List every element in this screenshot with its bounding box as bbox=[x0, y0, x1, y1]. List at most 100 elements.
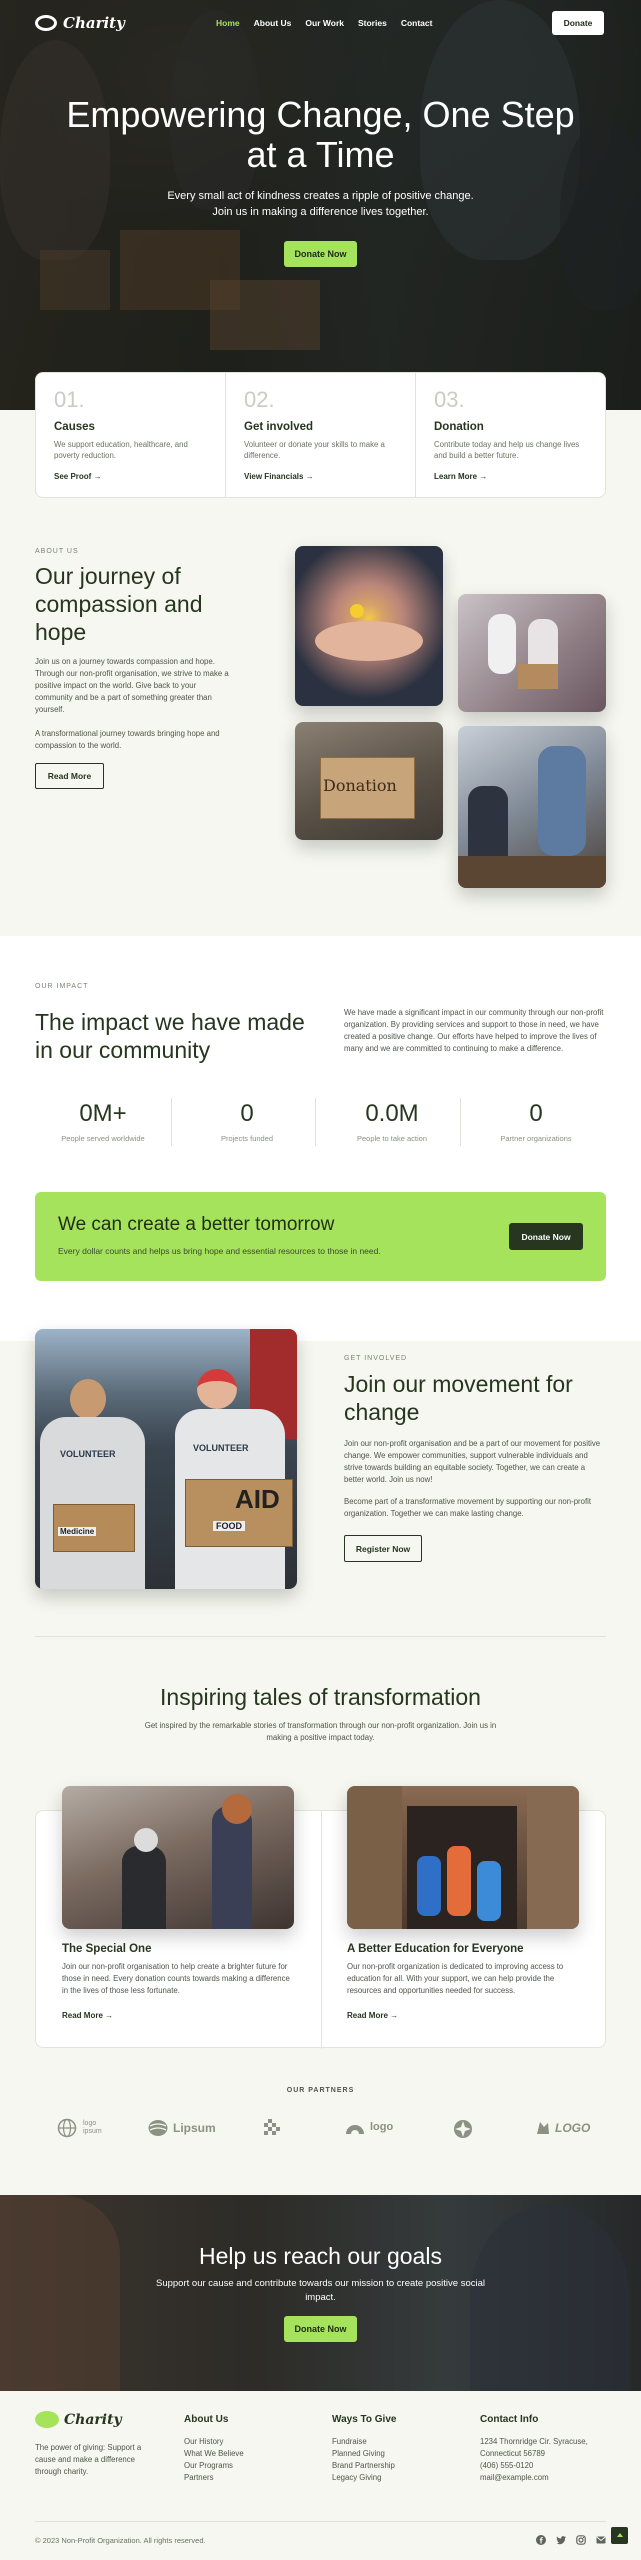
footer-col-contact: Contact Info 1234 Thornridge Cir. Syracu… bbox=[480, 2414, 588, 2484]
footer-link-what-we-believe[interactable]: What We Believe bbox=[184, 2448, 244, 2460]
nav-item-stories[interactable]: Stories bbox=[358, 18, 387, 28]
footer-col-title: About Us bbox=[184, 2414, 229, 2425]
footer-link-fundraise[interactable]: Fundraise bbox=[332, 2436, 396, 2448]
mail-icon[interactable] bbox=[596, 2536, 606, 2544]
scroll-to-top-button[interactable] bbox=[611, 2527, 628, 2544]
footer-link-planned-giving[interactable]: Planned Giving bbox=[332, 2448, 396, 2460]
nav-item-about-us[interactable]: About Us bbox=[254, 18, 292, 28]
partner-label: LOGO bbox=[555, 2121, 591, 2135]
partner-logo-logo: logo bbox=[345, 2119, 393, 2135]
section-divider bbox=[35, 1636, 606, 1637]
partner-label: Lipsum bbox=[173, 2121, 216, 2135]
goals-title: Help us reach our goals bbox=[199, 2243, 442, 2269]
hero-donate-button[interactable]: Donate Now bbox=[284, 241, 357, 267]
box-label-aid: AID bbox=[235, 1484, 280, 1514]
impact-eyebrow: OUR IMPACT bbox=[35, 983, 89, 990]
partner-logo-LOGO: LOGO bbox=[535, 2120, 590, 2136]
about-eyebrow: ABOUT US bbox=[35, 548, 79, 555]
stat-value: 0M+ bbox=[79, 1100, 127, 1127]
box-label-medicine: Medicine bbox=[58, 1527, 97, 1536]
cta-donate-button[interactable]: Donate Now bbox=[509, 1223, 583, 1250]
footer-address-line-2: Connecticut 56789 bbox=[480, 2449, 546, 2458]
partner-logo-checker-icon bbox=[262, 2119, 282, 2137]
stat-label: Projects funded bbox=[220, 1134, 274, 1143]
twitter-icon[interactable] bbox=[556, 2535, 566, 2545]
instagram-icon[interactable] bbox=[576, 2535, 586, 2545]
logo-leaf-icon bbox=[35, 2411, 59, 2428]
about-read-more-button[interactable]: Read More bbox=[35, 763, 104, 789]
story-read-more-link-1[interactable]: Read More → bbox=[62, 2011, 113, 2020]
partners-eyebrow: OUR PARTNERS bbox=[286, 2087, 355, 2094]
feature-card-causes: 01. Causes We support education, healthc… bbox=[36, 373, 226, 497]
cta-text: Every dollar counts and helps us bring h… bbox=[58, 1246, 381, 1256]
footer-link-partners[interactable]: Partners bbox=[184, 2472, 244, 2484]
leaf-logo-icon bbox=[535, 2120, 551, 2136]
view-financials-link[interactable]: View Financials → bbox=[244, 472, 314, 481]
footer-col-title: Contact Info bbox=[480, 2414, 539, 2425]
story-title-education: A Better Education for Everyone bbox=[347, 1943, 524, 1955]
feature-desc: Volunteer or donate your skills to make … bbox=[244, 440, 385, 460]
story-desc-education: Our non-profit organization is dedicated… bbox=[347, 1962, 564, 1995]
logo-text: Charity bbox=[63, 14, 125, 32]
involved-title: Join our movement for change bbox=[344, 1371, 573, 1425]
impact-title: The impact we have made in our community bbox=[35, 1009, 305, 1063]
shirt-text-left: VOLUNTEER bbox=[60, 1449, 116, 1459]
facebook-icon[interactable] bbox=[536, 2535, 546, 2545]
volunteers-photo: VOLUNTEER VOLUNTEER Medicine AID FOOD bbox=[35, 1329, 297, 1589]
feature-title: Get involved bbox=[244, 421, 314, 433]
goals-text: Support our cause and contribute towards… bbox=[156, 2278, 485, 2303]
lipsum-mark-icon bbox=[148, 2119, 168, 2137]
stories-subtitle: Get inspired by the remarkable stories o… bbox=[144, 1721, 497, 1742]
box-label-food: FOOD bbox=[213, 1521, 245, 1531]
story-title-special-one: The Special One bbox=[62, 1943, 152, 1955]
cta-banner: We can create a better tomorrow Every do… bbox=[35, 1192, 606, 1281]
footer-email[interactable]: mail@example.com bbox=[480, 2472, 588, 2484]
footer-link-legacy-giving[interactable]: Legacy Giving bbox=[332, 2472, 396, 2484]
see-proof-link[interactable]: See Proof → bbox=[54, 472, 102, 481]
learn-more-link[interactable]: Learn More → bbox=[434, 472, 487, 481]
footer-logo[interactable]: Charity bbox=[35, 2411, 122, 2428]
goals-section: Help us reach our goals Support our caus… bbox=[0, 2195, 641, 2391]
partner-label: logo ipsum bbox=[83, 2120, 102, 2135]
site-logo[interactable]: Charity bbox=[35, 14, 125, 32]
about-title: Our journey of compassion and hope bbox=[35, 563, 203, 645]
shirt-text-right: VOLUNTEER bbox=[193, 1443, 249, 1453]
nav-item-contact[interactable]: Contact bbox=[401, 18, 433, 28]
feature-card-donation: 03. Donation Contribute today and help u… bbox=[416, 373, 605, 497]
half-circle-logo-icon bbox=[345, 2119, 365, 2135]
footer-link-brand-partnership[interactable]: Brand Partnership bbox=[332, 2460, 396, 2472]
stat-people-take-action: 0.0M People to take action bbox=[321, 1100, 463, 1143]
nav-donate-button[interactable]: Donate bbox=[552, 11, 604, 35]
involved-eyebrow: GET INVOLVED bbox=[344, 1355, 408, 1362]
hero-subtitle: Every small act of kindness creates a ri… bbox=[120, 188, 521, 220]
feature-desc: We support education, healthcare, and po… bbox=[54, 440, 188, 460]
volunteers-serving-photo bbox=[458, 726, 606, 888]
footer-link-our-programs[interactable]: Our Programs bbox=[184, 2460, 244, 2472]
hero-subtitle-line-1: Every small act of kindness creates a ri… bbox=[167, 190, 474, 202]
main-nav: Home About Us Our Work Stories Contact bbox=[216, 18, 432, 28]
involved-paragraph-2: Become part of a transformative movement… bbox=[344, 1497, 592, 1518]
feature-number: 02. bbox=[244, 387, 275, 412]
goals-donate-button[interactable]: Donate Now bbox=[284, 2316, 357, 2342]
stat-value: 0 bbox=[240, 1100, 254, 1127]
footer-col-title: Ways To Give bbox=[332, 2414, 397, 2425]
footer-tagline: The power of giving: Support a cause and… bbox=[35, 2443, 142, 2476]
volunteers-packing-photo bbox=[458, 594, 606, 712]
feature-title: Causes bbox=[54, 421, 95, 433]
partner-logo-circle-icon bbox=[453, 2119, 473, 2139]
copyright-text: © 2023 Non-Profit Organization. All righ… bbox=[35, 2536, 206, 2545]
nav-item-home[interactable]: Home bbox=[216, 18, 240, 28]
footer-link-our-history[interactable]: Our History bbox=[184, 2436, 244, 2448]
stat-projects-funded: 0 Projects funded bbox=[176, 1100, 318, 1143]
donation-box-label: Donation bbox=[323, 776, 397, 795]
story-read-more-link-2[interactable]: Read More → bbox=[347, 2011, 398, 2020]
involved-paragraph-1: Join our non-profit organisation and be … bbox=[344, 1439, 601, 1484]
footer-phone[interactable]: (406) 555-0120 bbox=[480, 2460, 588, 2472]
partner-label: logo bbox=[370, 2121, 394, 2133]
nav-item-our-work[interactable]: Our Work bbox=[305, 18, 344, 28]
story-photo-special-one bbox=[62, 1786, 294, 1929]
register-now-button[interactable]: Register Now bbox=[344, 1535, 422, 1562]
stat-label: People served worldwide bbox=[61, 1134, 145, 1143]
stat-value: 0 bbox=[529, 1100, 543, 1127]
hero-subtitle-line-2: Join us in making a difference lives tog… bbox=[212, 206, 429, 218]
